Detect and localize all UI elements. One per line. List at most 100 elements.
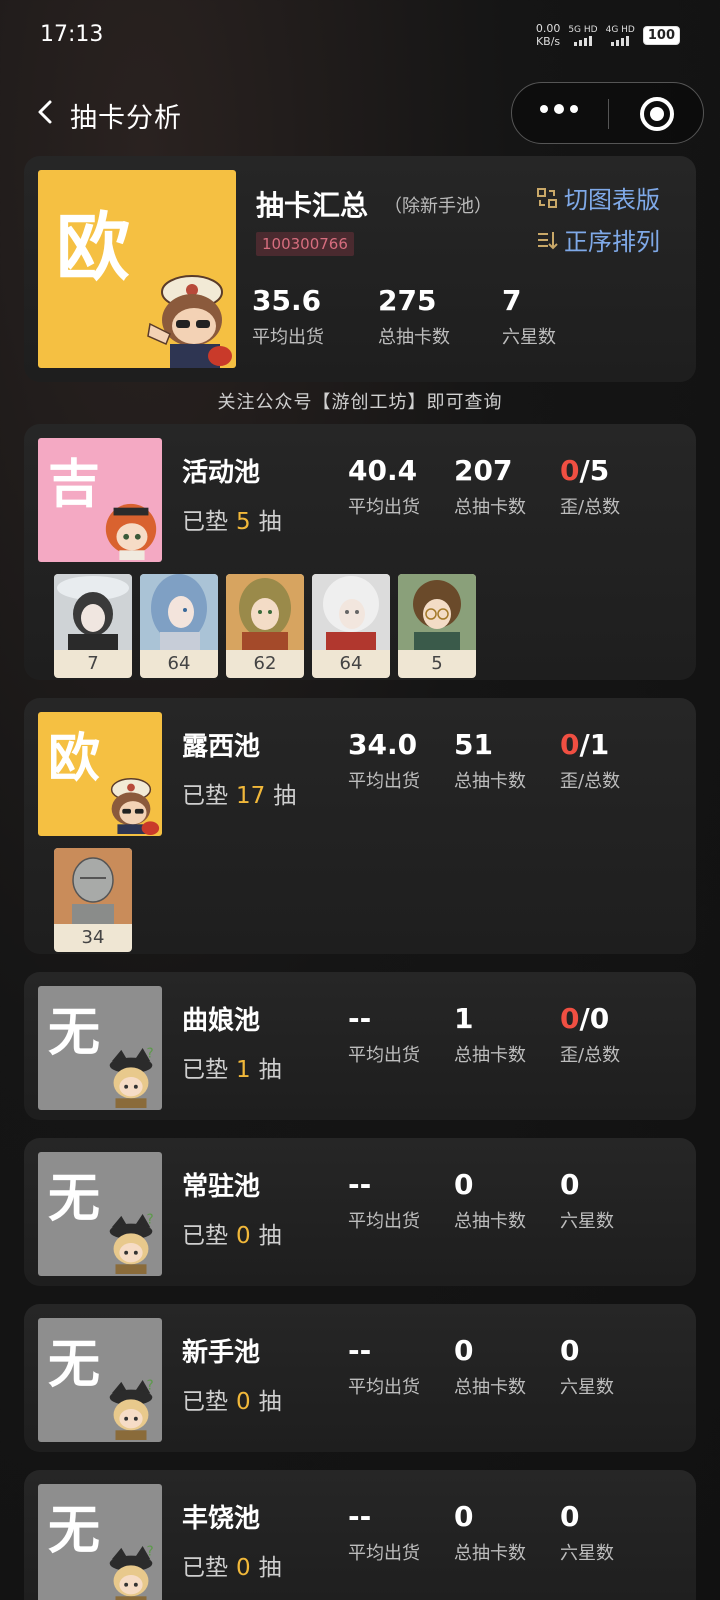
chibi-character-icon	[105, 503, 157, 560]
summary-card: 欧 抽卡汇总 （除新手池） 100300766 切图表版 正序排列 35.6 平…	[24, 156, 696, 382]
summary-title: 抽卡汇总	[256, 189, 369, 222]
pool-stat-third: 0/1 歪/总数	[560, 728, 620, 793]
uid-badge: 100300766	[256, 232, 354, 256]
pool-offbanner-count: 0	[560, 1002, 580, 1035]
pity-suffix: 抽	[273, 783, 297, 809]
svg-text:?: ?	[147, 1212, 154, 1228]
sort-icon	[538, 231, 558, 249]
notice-text: 关注公众号【游创工坊】即可查询	[217, 392, 503, 413]
pool-third-label: 歪/总数	[560, 1045, 621, 1066]
pool-third-label: 歪/总数	[560, 497, 621, 518]
pool-card[interactable]: 无 ? 曲娘池 已垫 1 抽 -- 平均出货 1 总抽卡数 0/0 歪/总数	[24, 972, 696, 1120]
pool-avg-label: 平均出货	[348, 497, 420, 518]
close-miniprogram-icon[interactable]	[640, 97, 674, 131]
pool-third-value: 0	[560, 1500, 580, 1533]
character-portrait-glasses	[398, 574, 476, 650]
pool-stat-third: 0 六星数	[560, 1334, 614, 1399]
pool-pity: 已垫 0 抽	[182, 1216, 282, 1250]
pity-prefix: 已垫	[182, 509, 228, 535]
pool-third-value: 0	[560, 1334, 580, 1367]
battery-icon: 100	[642, 25, 680, 45]
pool-stat-total: 0 总抽卡数	[454, 1168, 526, 1233]
summary-subtitle: （除新手池）	[384, 196, 492, 217]
pity-prefix: 已垫	[182, 1555, 228, 1581]
pool-badge: 吉	[38, 438, 162, 562]
pool-card[interactable]: 无 ? 新手池 已垫 0 抽 -- 平均出货 0 总抽卡数 0 六星数	[24, 1304, 696, 1452]
svg-text:?: ?	[147, 1378, 154, 1394]
six-star-character[interactable]: 7	[54, 574, 132, 678]
pool-stat-total: 0 总抽卡数	[454, 1334, 526, 1399]
pull-count: 64	[167, 653, 191, 674]
chibi-character-icon: ?	[109, 1544, 154, 1600]
pool-total-label: 总抽卡数	[454, 497, 526, 518]
pool-stat-avg: 40.4 平均出货	[348, 454, 420, 519]
six-star-list: 7 64 62 64 5	[54, 574, 476, 678]
pool-card[interactable]: 欧 露西池 已垫 17 抽 34.0 平均出货 51 总抽卡数 0/1 歪/总数 3…	[24, 698, 696, 954]
pull-count: 62	[253, 653, 277, 674]
six-star-list: 34	[54, 848, 132, 952]
pool-total-value: 0	[454, 1334, 474, 1367]
pool-total-value: 51	[454, 728, 493, 761]
pity-count: 17	[236, 783, 266, 809]
chibi-character-icon	[147, 275, 232, 368]
summary-stat-avg: 35.6 平均出货	[252, 284, 324, 348]
chibi-character-icon: ?	[109, 1378, 154, 1440]
pool-stat-avg: -- 平均出货	[348, 1334, 420, 1399]
pity-count: 1	[236, 1057, 251, 1083]
pool-total-label: 总抽卡数	[454, 1377, 526, 1398]
six-star-character[interactable]: 64	[140, 574, 218, 678]
pool-avg-label: 平均出货	[348, 1211, 420, 1232]
pool-avg-value: --	[348, 1168, 372, 1201]
pool-pity: 已垫 0 抽	[182, 1548, 282, 1582]
pull-count: 7	[87, 653, 99, 674]
switch-view-button[interactable]: 切图表版	[536, 180, 660, 215]
pool-card[interactable]: 无 ? 丰饶池 已垫 0 抽 -- 平均出货 0 总抽卡数 0 六星数	[24, 1470, 696, 1600]
pool-card[interactable]: 无 ? 常驻池 已垫 0 抽 -- 平均出货 0 总抽卡数 0 六星数	[24, 1138, 696, 1286]
pool-badge-glyph: 吉	[48, 455, 101, 515]
six-star-character[interactable]: 5	[398, 574, 476, 678]
pool-total-label: 总抽卡数	[454, 1045, 526, 1066]
pool-badge: 无 ?	[38, 1318, 162, 1442]
pool-avg-label: 平均出货	[348, 1045, 420, 1066]
pool-badge-glyph: 无	[48, 1003, 101, 1063]
pity-suffix: 抽	[258, 1389, 282, 1415]
pool-pity: 已垫 1 抽	[182, 1050, 282, 1084]
pool-stat-third: 0 六星数	[560, 1168, 614, 1233]
back-icon[interactable]	[34, 96, 56, 128]
pity-prefix: 已垫	[182, 1223, 228, 1249]
pool-avg-value: --	[348, 1500, 372, 1533]
pull-count: 34	[81, 927, 105, 948]
pool-badge-glyph: 无	[48, 1169, 101, 1229]
six-star-character[interactable]: 64	[312, 574, 390, 678]
status-bar: 17:13 0.00 KB/s 5G HD 4G HD 100	[0, 0, 720, 72]
pool-stat-avg: -- 平均出货	[348, 1500, 420, 1565]
pity-count: 5	[236, 509, 251, 535]
pool-badge: 欧	[38, 712, 162, 836]
pool-avg-label: 平均出货	[348, 1543, 420, 1564]
svg-text:?: ?	[147, 1046, 154, 1062]
six-star-character[interactable]: 34	[54, 848, 132, 952]
pool-badge-glyph: 欧	[48, 729, 101, 789]
pool-avg-label: 平均出货	[348, 771, 420, 792]
pool-stat-avg: -- 平均出货	[348, 1168, 420, 1233]
switch-icon	[537, 187, 557, 208]
pool-third-value: /5	[579, 454, 610, 487]
pool-stat-third: 0 六星数	[560, 1500, 614, 1565]
pool-name: 丰饶池	[182, 1504, 261, 1534]
pull-count: 5	[431, 653, 443, 674]
pool-total-value: 207	[454, 454, 513, 487]
pool-pity: 已垫 17 抽	[182, 776, 296, 810]
pool-stat-avg: 34.0 平均出货	[348, 728, 420, 793]
pool-stat-total: 207 总抽卡数	[454, 454, 526, 519]
sort-button[interactable]: 正序排列	[536, 222, 660, 257]
pool-card[interactable]: 吉 活动池 已垫 5 抽 40.4 平均出货 207 总抽卡数 0/5 歪/总数 7…	[24, 424, 696, 680]
more-icon[interactable]	[540, 104, 578, 114]
pity-count: 0	[236, 1223, 251, 1249]
page-title: 抽卡分析	[70, 103, 182, 134]
character-portrait-silver-hair	[312, 574, 390, 650]
chibi-character-icon: ?	[109, 1212, 154, 1274]
pool-name: 新手池	[182, 1338, 261, 1368]
six-star-character[interactable]: 62	[226, 574, 304, 678]
pity-prefix: 已垫	[182, 1057, 228, 1083]
chibi-character-icon: ?	[109, 1046, 154, 1108]
